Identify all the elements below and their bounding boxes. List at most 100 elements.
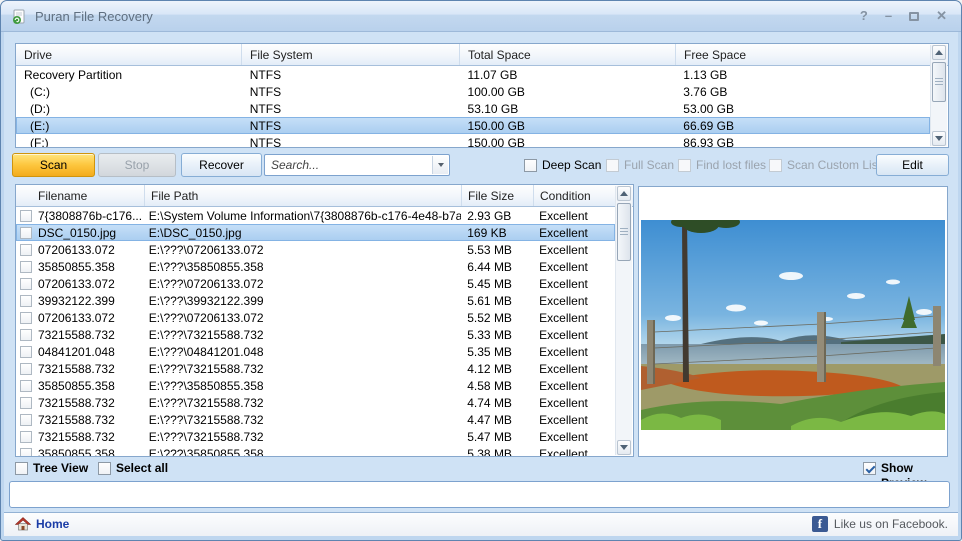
search-box [264,154,450,176]
filename-cell: 35850855.358 [16,379,145,393]
file-path-cell: E:\???\04841201.048 [145,345,461,359]
row-checkbox[interactable] [20,244,32,256]
file-size-cell: 5.35 MB [461,345,533,359]
file-size-cell: 4.74 MB [461,396,533,410]
search-input[interactable] [269,156,419,174]
scroll-down-icon[interactable] [617,440,631,455]
file-system-cell: NTFS [242,85,460,99]
file-size-cell: 4.47 MB [461,413,533,427]
file-row[interactable]: 07206133.072E:\???\07206133.0725.45 MBEx… [16,275,615,292]
file-row[interactable]: 73215588.732E:\???\73215588.7324.12 MBEx… [16,360,615,377]
row-checkbox[interactable] [20,448,32,457]
drive-row[interactable]: Recovery PartitionNTFS11.07 GB1.13 GB [16,66,930,83]
file-row[interactable]: 73215588.732E:\???\73215588.7325.47 MBEx… [16,428,615,445]
scrollbar-thumb[interactable] [932,62,946,102]
tree-view-checkbox[interactable] [15,462,28,475]
filename-cell: 35850855.358 [16,447,145,457]
column-header-condition[interactable]: Condition [534,185,616,206]
file-row[interactable]: 35850855.358E:\???\35850855.3586.44 MBEx… [16,258,615,275]
drive-row[interactable]: (E:)NTFS150.00 GB66.69 GB [16,117,930,134]
column-header-file-size[interactable]: File Size [462,185,534,206]
scroll-down-icon[interactable] [932,131,946,146]
footer-bar: Home Like us on Facebook. [4,512,958,536]
drive-row[interactable]: (C:)NTFS100.00 GB3.76 GB [16,83,930,100]
row-checkbox[interactable] [20,380,32,392]
home-link[interactable]: Home [15,516,69,532]
column-header-drive[interactable]: Drive [16,44,242,65]
file-path-cell: E:\???\73215588.732 [145,430,461,444]
find-lost-files-label: Find lost files [696,158,766,173]
file-row[interactable]: 07206133.072E:\???\07206133.0725.52 MBEx… [16,309,615,326]
condition-cell: Excellent [533,345,615,359]
row-checkbox[interactable] [20,312,32,324]
filename-cell: 04841201.048 [16,345,145,359]
file-row[interactable]: 7{3808876b-c176...E:\System Volume Infor… [16,207,615,224]
row-checkbox[interactable] [20,397,32,409]
file-path-cell: E:\???\35850855.358 [145,447,461,457]
drive-table-scrollbar[interactable] [930,45,947,146]
row-checkbox[interactable] [20,227,32,239]
file-size-cell: 4.58 MB [461,379,533,393]
file-row[interactable]: 35850855.358E:\???\35850855.3585.38 MBEx… [16,445,615,456]
select-all-checkbox[interactable] [98,462,111,475]
deep-scan-checkbox[interactable] [524,159,537,172]
row-checkbox[interactable] [20,346,32,358]
file-row[interactable]: 35850855.358E:\???\35850855.3584.58 MBEx… [16,377,615,394]
preview-image [641,220,945,430]
file-table-scrollbar[interactable] [615,186,632,455]
file-size-cell: 6.44 MB [461,260,533,274]
filename-cell: 7{3808876b-c176... [16,209,145,223]
row-checkbox[interactable] [20,431,32,443]
file-row[interactable]: 39932122.399E:\???\39932122.3995.61 MBEx… [16,292,615,309]
file-row[interactable]: 73215588.732E:\???\73215588.7325.33 MBEx… [16,326,615,343]
row-checkbox[interactable] [20,210,32,222]
recover-button[interactable]: Recover [181,153,262,177]
facebook-link-label: Like us on Facebook. [834,517,948,531]
column-header-file-system[interactable]: File System [242,44,460,65]
column-header-filename[interactable]: Filename [16,185,145,206]
scroll-up-icon[interactable] [617,186,631,201]
filename-cell: 73215588.732 [16,396,145,410]
row-checkbox[interactable] [20,329,32,341]
full-scan-checkbox [606,159,619,172]
facebook-link[interactable]: Like us on Facebook. [812,516,948,532]
drive-row[interactable]: (D:)NTFS53.10 GB53.00 GB [16,100,930,117]
free-space-cell: 53.00 GB [675,102,930,116]
maximize-icon[interactable] [909,12,919,21]
scan-custom-list-label: Scan Custom List [787,158,881,173]
scrollbar-thumb[interactable] [617,203,631,261]
drive-row[interactable]: (F:)NTFS150.00 GB86.93 GB [16,134,930,147]
filename-text: 35850855.358 [38,447,115,457]
row-checkbox[interactable] [20,363,32,375]
file-row[interactable]: 73215588.732E:\???\73215588.7324.74 MBEx… [16,394,615,411]
column-header-free-space[interactable]: Free Space [676,44,931,65]
filename-cell: 07206133.072 [16,311,145,325]
stop-button[interactable]: Stop [98,153,176,177]
edit-button[interactable]: Edit [876,154,949,176]
file-path-cell: E:\???\73215588.732 [145,328,461,342]
total-space-cell: 150.00 GB [460,119,676,133]
column-header-file-path[interactable]: File Path [145,185,462,206]
condition-cell: Excellent [533,294,615,308]
row-checkbox[interactable] [20,414,32,426]
show-preview-checkbox[interactable] [863,462,876,475]
scroll-up-icon[interactable] [932,45,946,60]
file-row[interactable]: 07206133.072E:\???\07206133.0725.53 MBEx… [16,241,615,258]
scan-button[interactable]: Scan [12,153,95,177]
file-row[interactable]: DSC_0150.jpgE:\DSC_0150.jpg169 KBExcelle… [16,224,615,241]
column-header-total-space[interactable]: Total Space [460,44,676,65]
minimize-icon[interactable]: – [885,7,892,25]
help-icon[interactable]: ? [860,7,868,25]
filename-text: 73215588.732 [38,328,115,342]
close-icon[interactable]: ✕ [936,7,947,25]
row-checkbox[interactable] [20,295,32,307]
row-checkbox[interactable] [20,278,32,290]
search-dropdown-icon[interactable] [432,156,448,174]
file-size-cell: 5.53 MB [461,243,533,257]
status-box[interactable] [9,481,950,508]
row-checkbox[interactable] [20,261,32,273]
find-lost-files-checkbox [678,159,691,172]
file-row[interactable]: 73215588.732E:\???\73215588.7324.47 MBEx… [16,411,615,428]
file-row[interactable]: 04841201.048E:\???\04841201.0485.35 MBEx… [16,343,615,360]
filename-text: 73215588.732 [38,413,115,427]
